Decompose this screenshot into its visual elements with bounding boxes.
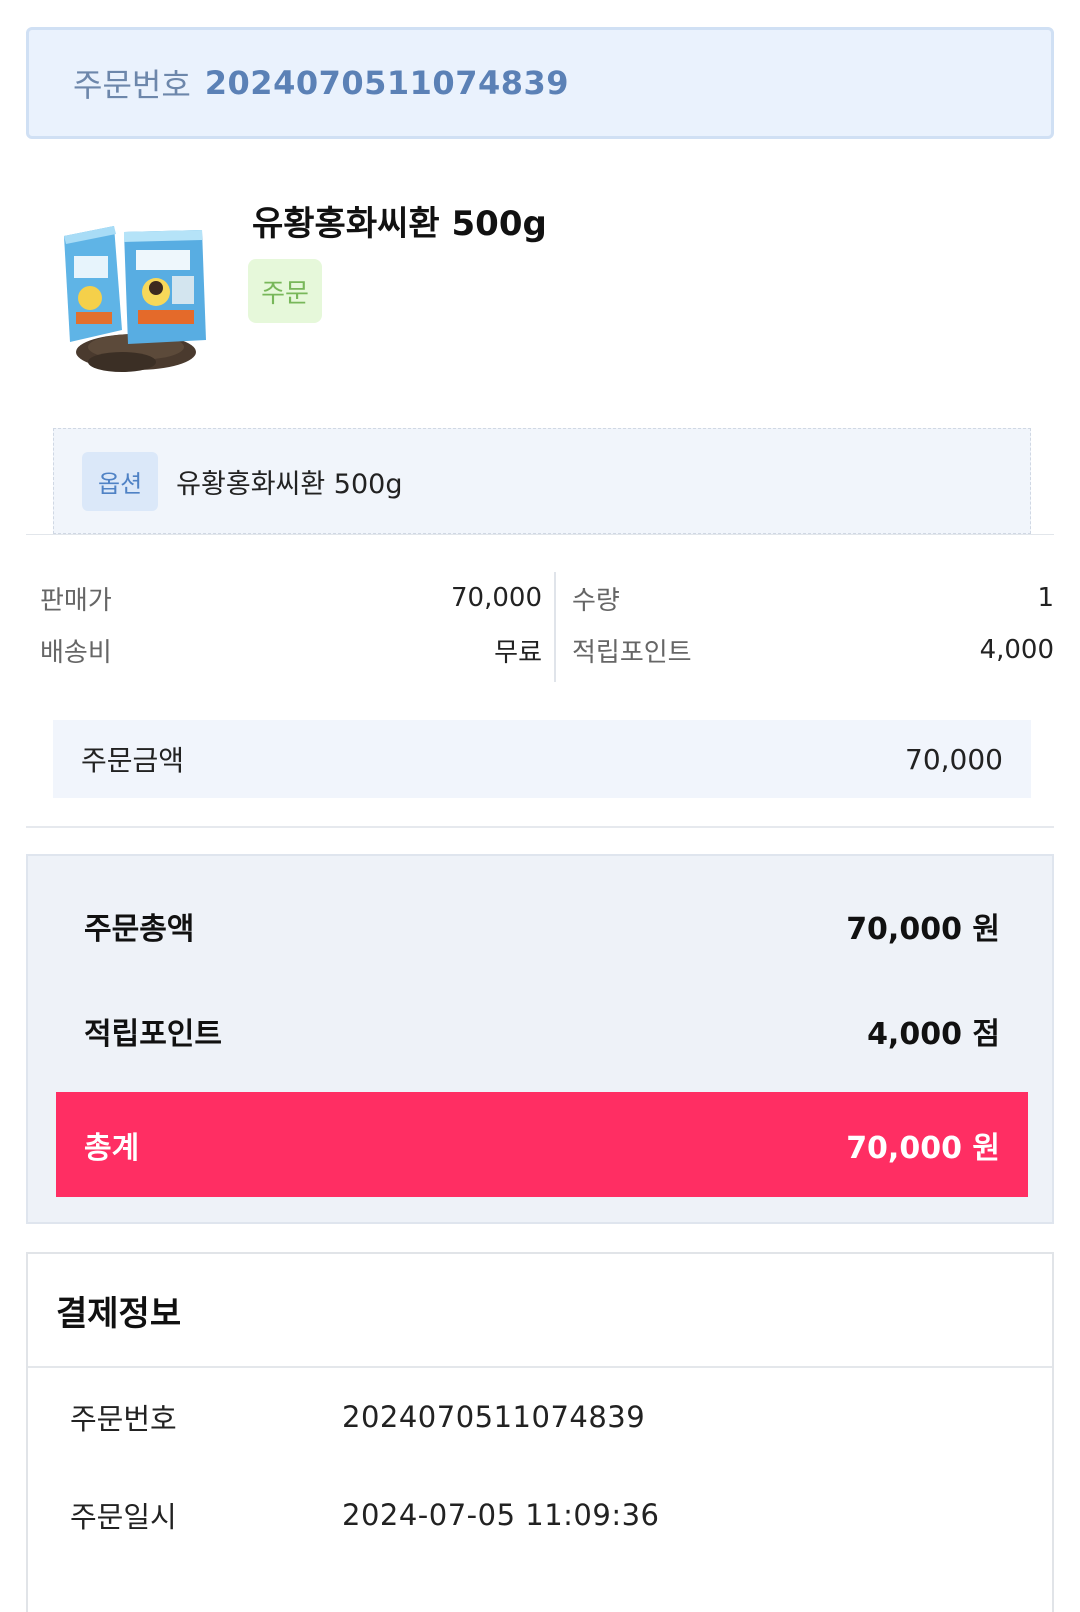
order-number-label: 주문번호: [73, 66, 191, 104]
quantity-label: 수량: [572, 585, 620, 616]
shipping-row: 배송비 무료: [40, 624, 554, 676]
quantity-row: 수량 1: [572, 572, 1054, 624]
option-text: 유황홍화씨환 500g: [176, 468, 403, 500]
price-column-right: 수량 1 적립포인트 4,000: [554, 572, 1054, 682]
product-option: 옵션 유황홍화씨환 500g: [53, 428, 1031, 534]
order-summary: 주문총액 70,000 원 적립포인트 4,000 점 총계 70,000 원: [26, 854, 1054, 1224]
payment-order-date-value: 2024-07-05 11:09:36: [342, 1498, 660, 1532]
order-amount-value: 70,000: [905, 742, 1003, 776]
payment-order-number-label: 주문번호: [70, 1402, 177, 1436]
sale-price-label: 판매가: [40, 585, 112, 616]
order-total-label: 주문총액: [84, 912, 195, 947]
shipping-value: 무료: [494, 637, 542, 668]
shipping-label: 배송비: [40, 637, 112, 668]
order-amount-label: 주문금액: [81, 744, 185, 777]
payment-info-card: 결제정보 주문번호 2024070511074839 주문일시 2024-07-…: [26, 1252, 1054, 1612]
quantity-value: 1: [1037, 583, 1054, 613]
points-value: 4,000: [979, 635, 1054, 665]
points-label: 적립포인트: [572, 637, 692, 668]
order-total-value: 70,000 원: [846, 912, 1000, 947]
payment-row: 주문번호 2024070511074839: [28, 1368, 1052, 1466]
points-row: 적립포인트 4,000: [572, 624, 1054, 676]
summary-points-label: 적립포인트: [84, 1017, 222, 1052]
grand-total-row: 총계 70,000 원: [56, 1092, 1028, 1197]
product-image[interactable]: [52, 212, 220, 384]
order-total-row: 주문총액 70,000 원: [56, 896, 1028, 956]
sale-price-value: 70,000: [451, 583, 542, 613]
order-number-value: 2024070511074839: [204, 64, 570, 102]
payment-order-date-label: 주문일시: [70, 1500, 177, 1534]
divider: [26, 826, 1054, 828]
divider: [26, 534, 1054, 535]
grand-total-label: 총계: [84, 1130, 140, 1166]
payment-row: 주문일시 2024-07-05 11:09:36: [28, 1466, 1052, 1564]
order-amount-row: 주문금액 70,000: [53, 720, 1031, 798]
grand-total-value: 70,000 원: [846, 1130, 1000, 1166]
price-column-left: 판매가 70,000 배송비 무료: [40, 572, 554, 682]
summary-points-row: 적립포인트 4,000 점: [56, 1001, 1028, 1061]
order-number-header: 주문번호 2024070511074839: [26, 27, 1054, 139]
summary-points-value: 4,000 점: [867, 1017, 1000, 1052]
payment-order-number-value: 2024070511074839: [342, 1400, 646, 1434]
price-details: 판매가 70,000 배송비 무료 수량 1 적립포인트 4,000: [26, 572, 1054, 682]
option-tag: 옵션: [82, 451, 159, 511]
sale-price-row: 판매가 70,000: [40, 572, 554, 624]
product-name[interactable]: 유황홍화씨환 500g: [252, 196, 547, 245]
order-status-badge: 주문: [248, 259, 322, 323]
payment-info-title: 결제정보: [28, 1254, 1052, 1368]
